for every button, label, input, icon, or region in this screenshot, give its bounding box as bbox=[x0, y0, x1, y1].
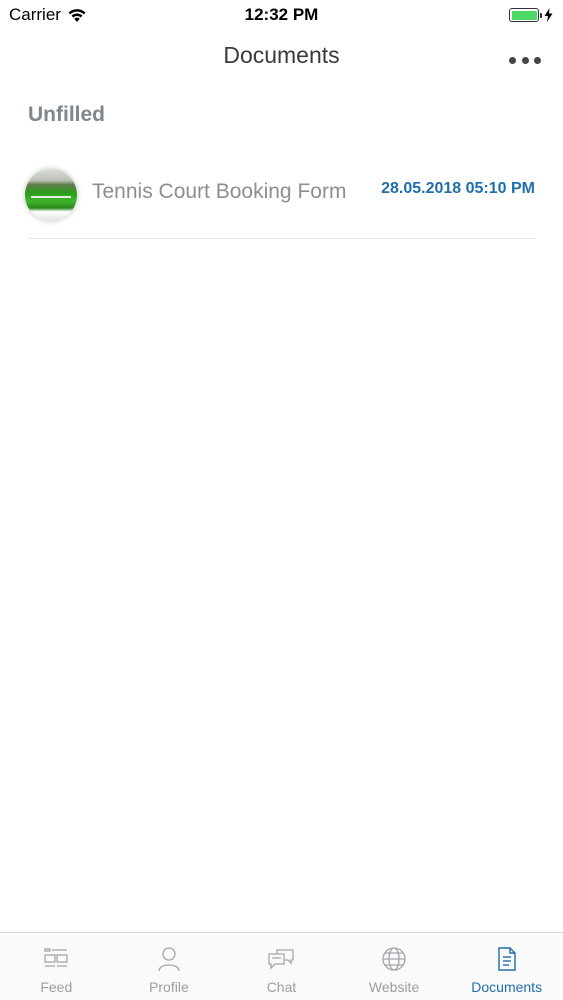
chat-icon bbox=[267, 945, 295, 973]
tab-label: Profile bbox=[149, 979, 189, 995]
charging-icon bbox=[544, 8, 553, 22]
document-title: Tennis Court Booking Form bbox=[92, 180, 347, 203]
profile-icon bbox=[155, 945, 183, 973]
status-bar: Carrier 12:32 PM bbox=[0, 0, 563, 30]
globe-icon bbox=[380, 945, 408, 973]
section-title-unfilled: Unfilled bbox=[28, 103, 105, 126]
carrier-label: Carrier bbox=[9, 5, 61, 24]
tab-feed[interactable]: Feed bbox=[0, 933, 113, 1000]
tab-label: Feed bbox=[40, 979, 73, 995]
tab-bar: Feed Profile Chat Website Documents bbox=[0, 932, 563, 1000]
tab-label: Chat bbox=[266, 979, 297, 995]
tab-chat[interactable]: Chat bbox=[225, 933, 338, 1000]
tab-label: Website bbox=[368, 979, 420, 995]
row-divider bbox=[28, 238, 535, 239]
more-icon bbox=[509, 56, 516, 64]
battery-icon bbox=[509, 8, 542, 22]
document-icon bbox=[493, 945, 521, 973]
navigation-bar: Documents bbox=[0, 30, 563, 86]
tab-website[interactable]: Website bbox=[338, 933, 451, 1000]
document-date: 28.05.2018 05:10 PM bbox=[381, 180, 535, 197]
tab-profile[interactable]: Profile bbox=[113, 933, 226, 1000]
tab-label: Documents bbox=[471, 979, 543, 995]
tennis-court-thumbnail bbox=[25, 169, 77, 221]
page-title: Documents bbox=[223, 42, 340, 68]
document-row[interactable]: Tennis Court Booking Form 28.05.2018 05:… bbox=[0, 150, 563, 240]
more-options-button[interactable] bbox=[509, 50, 541, 70]
feed-icon bbox=[42, 945, 70, 973]
tab-documents[interactable]: Documents bbox=[450, 933, 563, 1000]
wifi-icon bbox=[68, 8, 86, 22]
